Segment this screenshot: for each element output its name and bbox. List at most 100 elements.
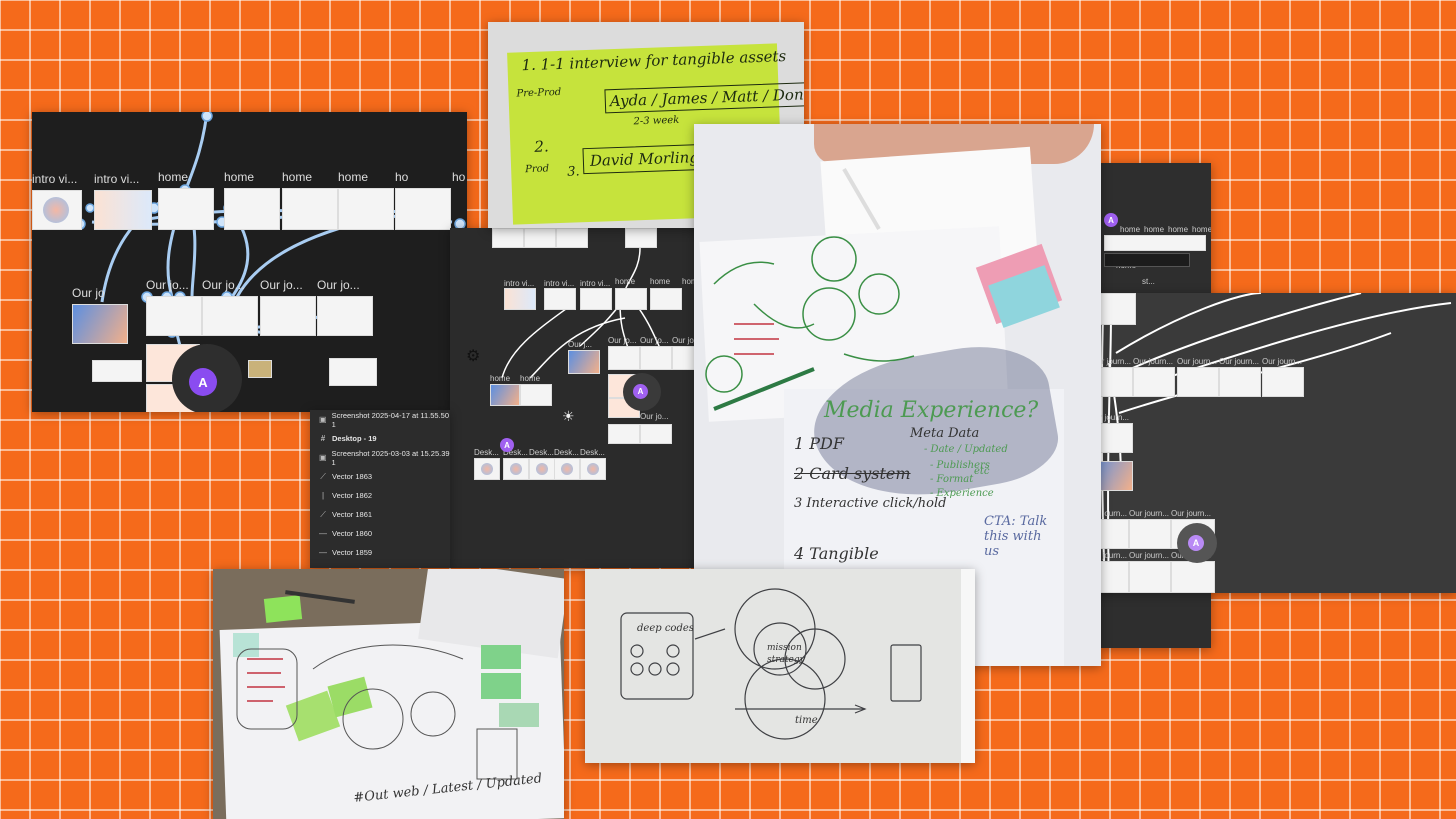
frame-label: Desk... bbox=[529, 448, 554, 457]
thumbnail bbox=[580, 288, 612, 310]
whiteboard-text: mission bbox=[767, 643, 802, 653]
thumbnail bbox=[640, 424, 672, 444]
thumbnail bbox=[395, 188, 451, 230]
frame-label: Our jo... bbox=[317, 278, 360, 292]
thumbnail bbox=[338, 188, 394, 230]
canvas-screenshot-flow: intro vi... intro vi... home home home h… bbox=[32, 112, 467, 412]
frame-label: intro vi... bbox=[580, 279, 611, 288]
frame-label: home bbox=[615, 277, 636, 286]
thumbnail bbox=[94, 190, 152, 230]
user-avatar[interactable]: A bbox=[1188, 535, 1204, 551]
layer-item-vector[interactable]: — Vector 1859 bbox=[310, 543, 450, 562]
thumbnail bbox=[503, 458, 529, 480]
frame-label: Our jo... bbox=[608, 336, 637, 345]
whiteboard-text: deep codes bbox=[637, 623, 694, 634]
thumbnail bbox=[32, 190, 82, 230]
thumbnail bbox=[1129, 561, 1171, 593]
frame-label: home bbox=[158, 170, 189, 184]
frame-label: Our jo... bbox=[260, 278, 303, 292]
frame-label: Desk... bbox=[554, 448, 579, 457]
thumbnail bbox=[490, 384, 520, 406]
thumbnail bbox=[1177, 367, 1219, 397]
frame-label: Our jo... bbox=[202, 278, 245, 292]
vector-icon: — bbox=[319, 529, 327, 538]
user-avatar[interactable]: A bbox=[1104, 213, 1118, 227]
user-avatar[interactable]: A bbox=[500, 438, 514, 452]
thumbnail bbox=[248, 360, 272, 378]
layer-item-screenshot[interactable]: ▣ Screenshot 2025-03-03 at 15.25.39 1 bbox=[310, 448, 450, 467]
thumbnail bbox=[1219, 367, 1261, 397]
frame-label: Desk... bbox=[474, 448, 499, 457]
layer-item-screenshot[interactable]: ▣ Screenshot 2025-04-17 at 11.55.50 1 bbox=[310, 410, 450, 429]
photo-whiteboard: deep codes mission strategy time bbox=[585, 569, 975, 763]
frame-label: home bbox=[282, 170, 313, 184]
vector-icon: ⟋ bbox=[320, 471, 326, 481]
user-avatar[interactable]: A bbox=[189, 368, 217, 396]
image-icon: ▣ bbox=[318, 453, 327, 462]
thumbnail bbox=[224, 188, 280, 230]
thumbnail bbox=[146, 296, 202, 336]
thumbnail bbox=[1262, 367, 1304, 397]
layer-item-vector[interactable]: ⟋ Vector 1863 bbox=[310, 467, 450, 486]
thumbnail bbox=[640, 346, 672, 370]
layer-item-vector[interactable]: — Vector 1860 bbox=[310, 524, 450, 543]
thumbnail bbox=[282, 188, 338, 230]
thumbnail bbox=[608, 346, 640, 370]
frame-icon: # bbox=[320, 434, 326, 443]
thumbnail bbox=[202, 296, 258, 336]
frame-label: intro vi... bbox=[544, 279, 575, 288]
thumbnail bbox=[615, 288, 647, 310]
layer-item-desktop[interactable]: # Desktop - 19 bbox=[310, 429, 450, 448]
thumbnail bbox=[329, 358, 377, 386]
thumbnail bbox=[504, 288, 536, 310]
thumbnail bbox=[1129, 519, 1171, 549]
thumbnail bbox=[580, 458, 606, 480]
layers-panel: ▣ Screenshot 2025-04-17 at 11.55.50 1 # De… bbox=[310, 410, 450, 568]
thumbnail bbox=[650, 288, 682, 310]
sun-icon: ☀ bbox=[562, 408, 575, 424]
frame-label: home bbox=[520, 374, 541, 383]
photo-desk-sketch: #Out web / Latest / Updated bbox=[213, 569, 564, 819]
frame-label: Our j... bbox=[568, 340, 593, 349]
thumbnail bbox=[1133, 367, 1175, 397]
canvas-screenshot-right: Our journ... Our journ... Our journ... O… bbox=[1061, 293, 1456, 593]
thumbnail bbox=[520, 384, 552, 406]
frame-label: intro vi... bbox=[504, 279, 535, 288]
frame-label: home bbox=[650, 277, 671, 286]
thumbnail bbox=[158, 188, 214, 230]
vector-icon: — bbox=[319, 548, 327, 557]
settings-gear-icon: ⚙ bbox=[466, 348, 481, 365]
frame-label: Our jo... bbox=[146, 278, 189, 292]
thumbnail bbox=[317, 296, 373, 336]
canvas-screenshot-middle: intro vi... intro vi... intro vi... home… bbox=[450, 228, 700, 568]
user-avatar[interactable]: A bbox=[633, 384, 648, 399]
thumbnail bbox=[1104, 235, 1206, 251]
frame-label: home bbox=[224, 170, 255, 184]
thumbnail bbox=[1171, 561, 1215, 593]
frame-label: intro vi... bbox=[32, 172, 78, 186]
thumbnail bbox=[554, 458, 580, 480]
whiteboard-text: time bbox=[795, 715, 818, 726]
layer-item-vector[interactable]: | Vector 1862 bbox=[310, 486, 450, 505]
frame-label: Desk... bbox=[580, 448, 605, 457]
frame-label: ho bbox=[395, 170, 409, 184]
frame-label: intro vi... bbox=[94, 172, 140, 186]
thumbnail bbox=[260, 296, 316, 336]
frame-label: Our jo... bbox=[640, 412, 669, 421]
thumbnail bbox=[92, 360, 142, 382]
frame-label: Our jo... bbox=[640, 336, 669, 345]
thumbnail bbox=[608, 424, 640, 444]
frame-label: ho bbox=[452, 170, 466, 184]
thumbnail bbox=[72, 304, 128, 344]
thumbnail bbox=[568, 350, 600, 374]
frame-label: Our jo bbox=[72, 286, 105, 300]
image-icon: ▣ bbox=[319, 415, 327, 424]
frame-label: home bbox=[490, 374, 511, 383]
thumbnail bbox=[474, 458, 500, 480]
vector-icon: | bbox=[321, 491, 325, 500]
thumbnail bbox=[529, 458, 555, 480]
layer-item-vector[interactable]: ⟋ Vector 1861 bbox=[310, 505, 450, 524]
frame-label: home bbox=[338, 170, 369, 184]
sketch-lines bbox=[620, 588, 922, 740]
vector-icon: ⟋ bbox=[320, 509, 326, 519]
